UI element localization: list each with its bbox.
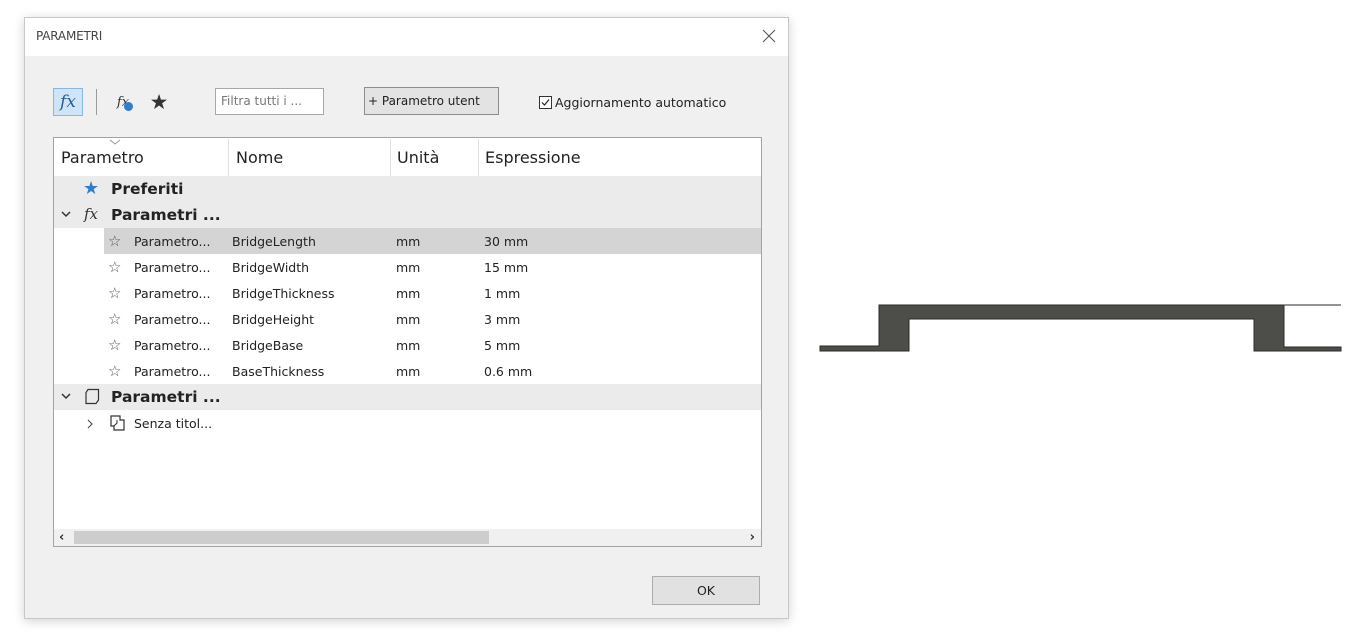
scroll-left-icon[interactable]: ‹ (59, 530, 64, 545)
column-divider[interactable] (390, 139, 391, 176)
model-parameters-group-row[interactable]: Parametri ... (54, 384, 761, 410)
table-row[interactable]: ☆ Parametro... BridgeBase mm 5 mm (54, 332, 761, 358)
row-name: BridgeWidth (232, 260, 310, 275)
row-param: Parametro... (134, 364, 211, 379)
table-row[interactable]: ☆ Parametro... BridgeLength mm 30 mm (54, 228, 761, 254)
chevron-right-icon[interactable] (87, 419, 94, 429)
table-row[interactable]: ☆ Parametro... BridgeWidth mm 15 mm (54, 254, 761, 280)
filter-input[interactable]: Filtra tutti i ... (215, 88, 324, 115)
row-param: Parametro... (134, 286, 211, 301)
column-divider[interactable] (478, 139, 479, 176)
favorite-star-icon[interactable]: ☆ (108, 232, 121, 250)
row-unit: mm (396, 286, 421, 301)
favorites-group-row[interactable]: ★ Preferiti (54, 176, 761, 202)
row-expression[interactable]: 1 mm (484, 286, 520, 301)
table-header: Parametro Nome Unità Espressione (54, 138, 761, 176)
row-expression[interactable]: 0.6 mm (484, 364, 532, 379)
scroll-right-icon[interactable]: › (750, 530, 755, 545)
row-name: BridgeLength (232, 234, 316, 249)
horizontal-scrollbar[interactable]: ‹ › (54, 529, 761, 546)
user-badge-icon (124, 102, 133, 111)
row-unit: mm (396, 260, 421, 275)
body-icon (110, 415, 125, 431)
dialog-title: PARAMETRI (36, 29, 103, 43)
table-row[interactable]: ☆ Parametro... BridgeHeight mm 3 mm (54, 306, 761, 332)
row-expression[interactable]: 15 mm (484, 260, 528, 275)
parameters-table: Parametro Nome Unità Espressione ★ Prefe… (53, 137, 762, 547)
row-expression[interactable]: 30 mm (484, 234, 528, 249)
favorites-star-icon: ★ (83, 178, 100, 199)
fx-group-icon: fx (84, 205, 99, 223)
user-parameters-group-row[interactable]: fx Parametri ... (54, 202, 761, 228)
close-icon[interactable] (762, 29, 776, 43)
row-param: Parametro... (134, 260, 211, 275)
table-row[interactable]: ☆ Parametro... BridgeThickness mm 1 mm (54, 280, 761, 306)
row-unit: mm (396, 338, 421, 353)
row-name: BridgeBase (232, 338, 304, 353)
checkmark-icon (541, 98, 550, 106)
fx-icon-label: fx (60, 92, 76, 112)
row-name: BridgeThickness (232, 286, 335, 301)
favorite-star-icon[interactable]: ☆ (108, 284, 121, 302)
favorites-filter-star-icon[interactable]: ★ (146, 90, 172, 114)
bridge-profile-drawing (819, 304, 1342, 352)
favorite-star-icon[interactable]: ☆ (108, 336, 121, 354)
auto-update-label: Aggiornamento automatico (555, 94, 727, 110)
favorite-star-icon[interactable]: ☆ (108, 362, 121, 380)
row-param: Parametro... (134, 338, 211, 353)
dialog-titlebar: PARAMETRI (25, 18, 788, 56)
column-header-parameter[interactable]: Parametro (61, 148, 144, 167)
sort-caret-icon[interactable] (109, 139, 121, 146)
favorites-group-label: Preferiti (111, 180, 184, 198)
column-divider[interactable] (228, 139, 229, 176)
table-row[interactable]: ☆ Parametro... BaseThickness mm 0.6 mm (54, 358, 761, 384)
auto-update-checkbox[interactable] (539, 95, 552, 109)
chevron-down-icon[interactable] (61, 211, 71, 218)
component-icon (85, 388, 100, 405)
fx-filter-icon[interactable]: fx (53, 88, 83, 116)
toolbar-separator (96, 89, 97, 115)
favorite-star-icon[interactable]: ☆ (108, 258, 121, 276)
parameters-dialog: PARAMETRI fx fx ★ Filtra tutti i ... + P… (24, 17, 789, 619)
model-item-row[interactable]: Senza titol... (54, 410, 761, 436)
column-header-unit[interactable]: Unità (397, 148, 439, 167)
row-param: Parametro... (134, 312, 211, 327)
row-expression[interactable]: 5 mm (484, 338, 520, 353)
row-unit: mm (396, 312, 421, 327)
model-parameters-group-label: Parametri ... (111, 388, 221, 406)
user-parameters-group-label: Parametri ... (111, 206, 221, 224)
row-name: BaseThickness (232, 364, 325, 379)
chevron-down-icon[interactable] (61, 393, 71, 400)
favorite-star-icon[interactable]: ☆ (108, 310, 121, 328)
user-parameters-filter-icon[interactable]: fx (109, 90, 137, 114)
column-header-expression[interactable]: Espressione (485, 148, 581, 167)
column-header-name[interactable]: Nome (236, 148, 283, 167)
row-unit: mm (396, 234, 421, 249)
row-expression[interactable]: 3 mm (484, 312, 520, 327)
add-user-parameter-button[interactable]: + Parametro utent (364, 87, 499, 115)
row-unit: mm (396, 364, 421, 379)
row-name: BridgeHeight (232, 312, 315, 327)
ok-button[interactable]: OK (652, 576, 760, 605)
row-param: Parametro... (134, 234, 211, 249)
model-item-label: Senza titol... (134, 416, 213, 431)
auto-update-toggle[interactable]: Aggiornamento automatico (539, 94, 726, 110)
scrollbar-thumb[interactable] (74, 531, 489, 544)
